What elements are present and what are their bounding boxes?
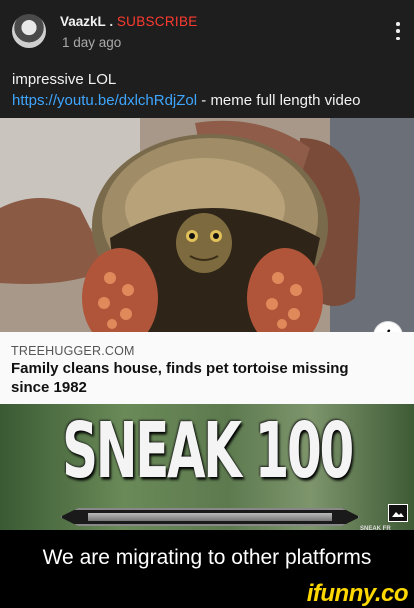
comment-suffix: - meme full length video [197,92,361,109]
comment-line-2: https://youtu.be/dxlchRdjZol - meme full… [12,90,407,111]
ifunny-watermark: ifunny.co [306,580,409,607]
subscribe-button[interactable]: SUBSCRIBE [117,14,198,29]
comment-text: impressive LOL https://youtu.be/dxlchRdj… [12,69,407,111]
image-icon [388,504,408,522]
meme-small-text: SNEAK FR [360,526,391,532]
article-headline[interactable]: Family cleans house, finds pet tortoise … [11,359,371,397]
avatar[interactable] [12,14,46,48]
separator: . [109,14,114,29]
sneak-bar-fill [88,513,332,521]
post-header: VaazkL . SUBSCRIBE 1 day ago impressive … [0,0,414,118]
comment-line-1: impressive LOL [12,71,117,88]
author-name[interactable]: VaazkL [60,14,106,29]
tortoise-illustration [0,118,414,332]
caption: We are migrating to other platforms [42,546,372,569]
timestamp: 1 day ago [62,35,122,50]
article-source: TREEHUGGER.COM [11,344,135,358]
author-line: VaazkL . SUBSCRIBE [60,14,198,29]
article-image[interactable] [0,118,414,332]
video-link[interactable]: https://youtu.be/dxlchRdjZol [12,92,197,109]
meme-title: SNEAK 100 [62,407,354,497]
more-options-icon[interactable] [394,22,402,40]
